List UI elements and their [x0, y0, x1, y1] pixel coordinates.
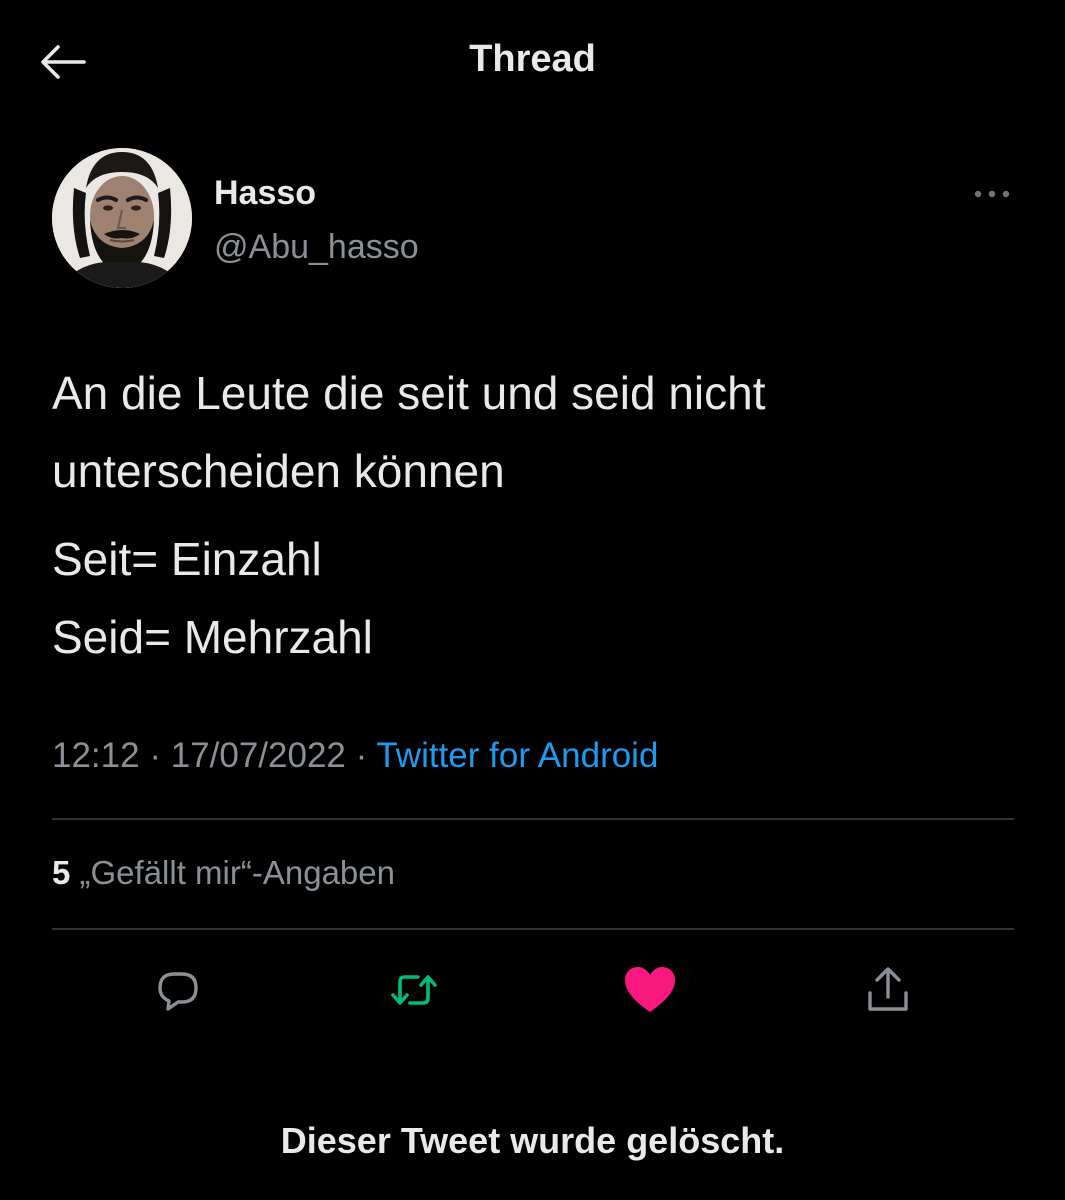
divider [52, 818, 1014, 820]
top-bar: Thread [0, 0, 1065, 120]
reply-button[interactable] [148, 962, 208, 1018]
retweet-icon [391, 975, 437, 1005]
tweet-text-line: Seit= Einzahl [52, 533, 322, 585]
author-name[interactable]: Hasso [214, 174, 316, 213]
tweet-meta: 12:12 · 17/07/2022 · Twitter for Android [52, 736, 658, 776]
heart-icon [625, 967, 675, 1012]
share-icon [868, 967, 908, 1011]
page-title: Thread [469, 38, 596, 80]
tweet-text-line: Seid= Mehrzahl [52, 611, 373, 663]
tweet-text: An die Leute die seit und seid nicht unt… [52, 354, 1012, 676]
tweet-source-link[interactable]: Twitter for Android [376, 736, 658, 775]
divider [52, 928, 1014, 930]
likes-label: „Gefällt mir“-Angaben [70, 854, 395, 891]
more-options-button[interactable] [962, 180, 1022, 208]
meta-separator: · [345, 736, 377, 775]
avatar-portrait-image [52, 148, 192, 288]
deleted-tweet-notice: Dieser Tweet wurde gelöscht. [280, 1120, 785, 1161]
retweet-button[interactable] [384, 962, 444, 1018]
tweet-text-line: An die Leute die seit und seid nicht [52, 367, 766, 419]
like-button[interactable] [620, 962, 680, 1018]
tweet-time[interactable]: 12:12 [52, 736, 140, 775]
back-button[interactable] [36, 38, 90, 86]
avatar[interactable] [52, 148, 192, 288]
tweet-text-line: unterscheiden können [52, 445, 505, 497]
tweet-date[interactable]: 17/07/2022 [171, 736, 346, 775]
likes-summary[interactable]: 5 „Gefällt mir“-Angaben [52, 854, 395, 892]
meta-separator: · [139, 736, 171, 775]
speech-bubble-icon [158, 972, 198, 1011]
arrow-left-icon [41, 45, 86, 79]
share-button[interactable] [858, 962, 918, 1018]
ellipsis-icon [974, 190, 1010, 198]
author-handle[interactable]: @Abu_hasso [214, 228, 419, 267]
likes-count: 5 [52, 854, 71, 891]
